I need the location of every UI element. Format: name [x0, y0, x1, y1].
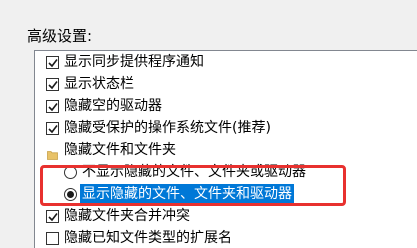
- checkbox-show-sync-notifications[interactable]: [46, 56, 59, 69]
- label-hidden-files-group: 隐藏文件和文件夹: [64, 142, 176, 158]
- checkbox-hide-merge-conflicts[interactable]: [46, 210, 59, 223]
- checkbox-hide-protected-os-files[interactable]: [46, 122, 59, 135]
- label-hide-protected-os-files: 隐藏受保护的操作系统文件(推荐): [64, 120, 271, 136]
- list-item-show-status-bar[interactable]: 显示状态栏: [35, 73, 417, 95]
- checkbox-hide-known-extensions[interactable]: [46, 232, 59, 245]
- label-show-status-bar: 显示状态栏: [64, 76, 134, 92]
- list-item-dont-show-hidden[interactable]: 不显示隐藏的文件、文件夹或驱动器: [35, 161, 417, 183]
- label-hide-known-extensions: 隐藏已知文件类型的扩展名: [64, 230, 232, 246]
- check-icon: [48, 59, 58, 68]
- check-icon: [48, 213, 58, 222]
- radio-dont-show-hidden[interactable]: [64, 166, 77, 179]
- list-item-hide-known-extensions[interactable]: 隐藏已知文件类型的扩展名: [35, 227, 417, 248]
- list-item-show-hidden[interactable]: 显示隐藏的文件、文件夹和驱动器: [35, 183, 417, 205]
- check-icon: [48, 125, 58, 134]
- advanced-settings-list[interactable]: 显示同步提供程序通知 显示状态栏 隐藏空的驱动器 隐藏受保护的操作系统文件(推荐…: [34, 50, 417, 248]
- list-item-hidden-files-group: 隐藏文件和文件夹: [35, 139, 417, 161]
- label-dont-show-hidden: 不显示隐藏的文件、文件夹或驱动器: [82, 164, 306, 180]
- radio-show-hidden[interactable]: [64, 188, 77, 201]
- radio-dot-icon: [67, 191, 74, 198]
- advanced-settings-title: 高级设置:: [27, 27, 93, 45]
- label-show-sync-notifications: 显示同步提供程序通知: [64, 54, 204, 70]
- label-hide-merge-conflicts: 隐藏文件夹合并冲突: [64, 208, 190, 224]
- check-icon: [48, 81, 58, 90]
- label-hide-empty-drives: 隐藏空的驱动器: [64, 98, 162, 114]
- check-icon: [48, 103, 58, 112]
- list-item-hide-protected-os-files[interactable]: 隐藏受保护的操作系统文件(推荐): [35, 117, 417, 139]
- label-show-hidden: 显示隐藏的文件、文件夹和驱动器: [80, 184, 294, 204]
- checkbox-hide-empty-drives[interactable]: [46, 100, 59, 113]
- list-item-hide-empty-drives[interactable]: 隐藏空的驱动器: [35, 95, 417, 117]
- folder-icon: [47, 145, 58, 160]
- checkbox-show-status-bar[interactable]: [46, 78, 59, 91]
- list-item-hide-merge-conflicts[interactable]: 隐藏文件夹合并冲突: [35, 205, 417, 227]
- list-item-show-sync-notifications[interactable]: 显示同步提供程序通知: [35, 51, 417, 73]
